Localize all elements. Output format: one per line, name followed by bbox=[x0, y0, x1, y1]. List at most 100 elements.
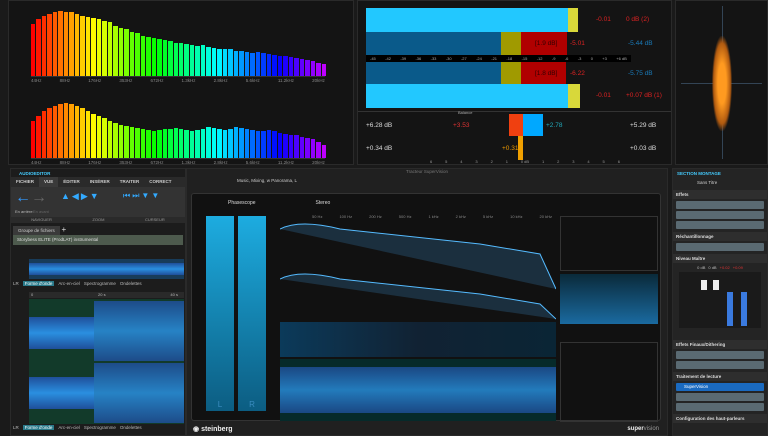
balance-tick: 3 bbox=[475, 159, 478, 164]
spectrum-bar bbox=[261, 53, 266, 76]
tab-rainbow[interactable]: Arc-en-ciel bbox=[58, 425, 80, 430]
ribbon-tab[interactable]: CORRECT bbox=[144, 177, 176, 187]
spectrum-bar bbox=[157, 129, 162, 158]
meter-R-label: R bbox=[249, 400, 255, 409]
level-tick: -15 bbox=[521, 56, 528, 61]
view-tabs-bottom: LR Forme d'onde Arc-en-ciel Spectrogramm… bbox=[13, 425, 142, 430]
left-value-2: +0.34 dB bbox=[366, 145, 393, 152]
balance-left-bar bbox=[509, 114, 523, 136]
phasescope-panel bbox=[675, 0, 768, 165]
spectrum-bar bbox=[151, 131, 157, 158]
resample-slot[interactable] bbox=[676, 243, 764, 251]
file-group-tab[interactable]: Groupe de fichiers bbox=[13, 226, 60, 235]
spectrum-bar bbox=[96, 116, 102, 158]
playback-header[interactable]: Traitement de lecture bbox=[673, 372, 767, 381]
left-balance: +3.53 bbox=[453, 122, 470, 129]
ribbon: ← → En arrière En avant ▲◀▶▼ ⏮⏭▼▼ NAVIGU… bbox=[11, 187, 185, 223]
ribbon-tab[interactable]: VUE bbox=[39, 177, 59, 187]
level-tick: -45 bbox=[370, 56, 376, 61]
rms-top-bracket: [1.9 dB] bbox=[535, 40, 558, 47]
final-slot[interactable] bbox=[676, 361, 764, 369]
product-bold: super bbox=[627, 426, 644, 432]
module-select-b[interactable]: Stereo bbox=[316, 200, 331, 206]
ribbon-tab[interactable]: FICHIER bbox=[11, 177, 39, 187]
phasescope-trace bbox=[712, 36, 732, 131]
freq-tick: 353Hz bbox=[119, 160, 133, 165]
spectrum-bar bbox=[41, 111, 47, 158]
spectrum-bar bbox=[189, 45, 195, 76]
spectrum-bar bbox=[184, 129, 189, 158]
playback-slot[interactable] bbox=[676, 403, 764, 411]
ruler-20: 20 s bbox=[98, 292, 106, 297]
main-waveform[interactable] bbox=[29, 299, 184, 424]
tab-spectrogram[interactable]: Spectrogramme bbox=[84, 425, 116, 430]
right-value: +5.29 dB bbox=[630, 122, 657, 129]
tab-rainbow[interactable]: Arc-en-ciel bbox=[58, 281, 80, 286]
ribbon-tab[interactable]: INSÉRER bbox=[85, 177, 115, 187]
freq-tick: 176Hz bbox=[88, 78, 102, 83]
meter-L-label: L bbox=[217, 400, 223, 409]
balance-tick: 2 bbox=[490, 159, 493, 164]
playback-slot[interactable] bbox=[676, 393, 764, 401]
spectrum-bar bbox=[305, 59, 310, 76]
spectrum-bar bbox=[74, 105, 80, 158]
spectrum-bar bbox=[124, 125, 129, 158]
spectrum-bar bbox=[151, 38, 157, 76]
level-tick: -39 bbox=[400, 56, 407, 61]
effect-slot[interactable] bbox=[676, 221, 764, 229]
level-tick: 0 bbox=[590, 56, 593, 61]
section-montage: SECTION MONTAGE Sans Titre Effets Réchan… bbox=[672, 168, 768, 436]
spectrum-bar bbox=[47, 13, 52, 76]
spectrum-top bbox=[31, 9, 326, 77]
spectrum-bar bbox=[168, 129, 173, 158]
cursor-icons[interactable]: ⏮⏭▼▼ bbox=[123, 191, 161, 201]
preset-select[interactable]: Sans Titre bbox=[673, 178, 767, 187]
spectrum-bar bbox=[294, 135, 299, 158]
max-bottom-value: +0.07 dB (1) bbox=[626, 92, 662, 99]
tab-wavelets[interactable]: Ondelettes bbox=[120, 281, 142, 286]
final-slot[interactable] bbox=[676, 351, 764, 359]
final-effects-header[interactable]: Effets Finaux/Dithering bbox=[673, 340, 767, 349]
group-naviguer: NAVIGUER bbox=[31, 217, 52, 222]
add-tab-icon[interactable]: + bbox=[61, 225, 66, 234]
spectrum-bottom bbox=[31, 91, 326, 159]
ribbon-tab[interactable]: TRAITER bbox=[115, 177, 145, 187]
tab-waveform[interactable]: Forme d'onde bbox=[22, 281, 55, 286]
effect-slot[interactable] bbox=[676, 201, 764, 209]
effect-slot[interactable] bbox=[676, 211, 764, 219]
tab-spectrogram[interactable]: Spectrogramme bbox=[84, 281, 116, 286]
effects-header[interactable]: Effets bbox=[673, 190, 767, 199]
back-arrow-icon[interactable]: ← bbox=[15, 189, 31, 207]
spectrum-bar bbox=[31, 23, 36, 76]
supervision-slot[interactable]: SuperVision bbox=[676, 383, 764, 391]
tab-wavelets[interactable]: Ondelettes bbox=[120, 425, 142, 430]
spectrum-bar bbox=[261, 130, 266, 158]
spectrum-bar bbox=[228, 128, 233, 158]
level-tick: -12 bbox=[536, 56, 543, 61]
master-header[interactable]: Niveau Maître bbox=[673, 254, 767, 263]
preset-name[interactable]: Music, Mixing, w Panorama, L bbox=[187, 176, 667, 186]
level-tick: +3 bbox=[602, 56, 607, 61]
resample-header[interactable]: Réchantillonnage bbox=[673, 232, 767, 241]
peak-bar-top bbox=[366, 8, 569, 32]
zoom-arrows-icon[interactable]: ▲◀▶▼ bbox=[61, 191, 101, 202]
spectrum-bar bbox=[305, 137, 310, 158]
rms-bottom-value: -6.22 bbox=[570, 70, 585, 77]
waveform-view bbox=[280, 359, 556, 421]
file-group-bar: Groupe de fichiers + bbox=[11, 223, 185, 235]
balance-tick: 6 bbox=[430, 159, 433, 164]
spectrum-bar bbox=[47, 107, 52, 158]
spectrum-bar bbox=[316, 141, 321, 158]
module-select-a[interactable]: Phasescope bbox=[228, 200, 256, 206]
fader-l[interactable] bbox=[701, 280, 707, 290]
spectrum-bar bbox=[74, 13, 80, 76]
ribbon-tab[interactable]: ÉDITER bbox=[58, 177, 85, 187]
channel-label: LR bbox=[13, 281, 19, 286]
file-tab[interactable]: Storybess ELITE (ProdLAT) instrumental bbox=[13, 235, 183, 245]
tab-waveform[interactable]: Forme d'onde bbox=[22, 425, 55, 430]
fader-r[interactable] bbox=[713, 280, 719, 290]
spectrum-bar bbox=[239, 51, 244, 76]
speakers-header[interactable]: Configuration des haut-parleurs bbox=[673, 414, 767, 423]
view-tabs-top: LR Forme d'onde Arc-en-ciel Spectrogramm… bbox=[13, 281, 142, 286]
forward-arrow-icon[interactable]: → bbox=[31, 189, 47, 207]
